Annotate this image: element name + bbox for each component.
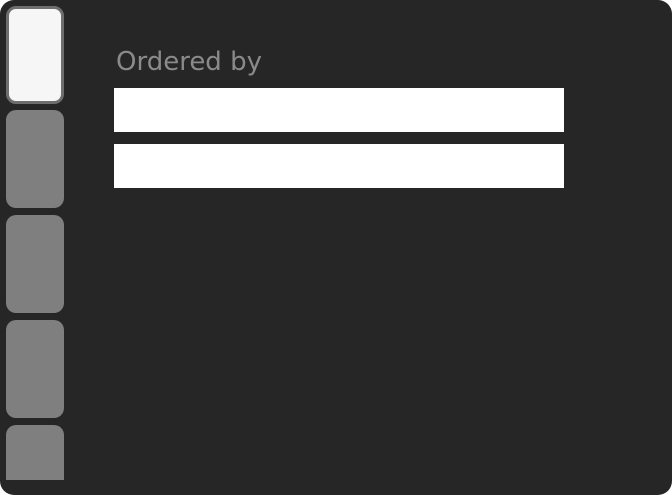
tab-2[interactable] [6, 110, 64, 208]
ordered-by-label: Ordered by [116, 47, 262, 77]
tab-4[interactable] [6, 320, 64, 418]
order-field-2[interactable] [114, 144, 564, 188]
app-window: Ordered by [0, 0, 672, 495]
tab-strip [6, 6, 64, 480]
tab-3[interactable] [6, 215, 64, 313]
tab-5[interactable] [6, 425, 64, 480]
order-field-1[interactable] [114, 88, 564, 132]
tab-1[interactable] [6, 6, 64, 104]
